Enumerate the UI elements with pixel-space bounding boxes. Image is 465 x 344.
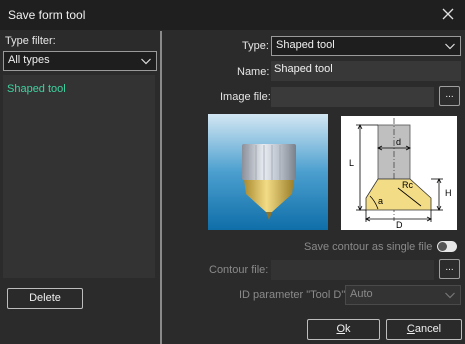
- name-field[interactable]: Shaped tool: [271, 61, 461, 81]
- chevron-down-icon: [140, 55, 152, 67]
- image-file-input[interactable]: [271, 87, 434, 107]
- cancel-label-rest: ancel: [414, 323, 442, 335]
- id-param-label: ID parameter "Tool D":: [239, 289, 349, 301]
- contour-file-label: Contour file:: [209, 264, 269, 276]
- type-label: Type:: [242, 40, 269, 52]
- label-D: D: [396, 220, 403, 230]
- type-value: Shaped tool: [276, 39, 335, 51]
- close-icon[interactable]: [439, 5, 457, 23]
- delete-button[interactable]: Delete: [7, 288, 83, 309]
- save-contour-label: Save contour as single file: [304, 241, 433, 253]
- label-a: a: [378, 196, 383, 206]
- label-L: L: [349, 158, 354, 168]
- label-H: H: [445, 188, 452, 198]
- toggle-knob: [438, 242, 447, 251]
- ok-label-rest: k: [345, 323, 351, 335]
- ok-mnemonic: O: [336, 323, 346, 335]
- type-filter-value: All types: [8, 54, 50, 66]
- type-select[interactable]: Shaped tool: [271, 36, 461, 56]
- chevron-down-icon: [444, 40, 456, 52]
- window-title: Save form tool: [8, 8, 86, 22]
- label-Rc: Rc: [402, 180, 413, 190]
- contour-file-input[interactable]: [271, 260, 434, 280]
- id-param-select[interactable]: Auto: [345, 285, 461, 305]
- ok-button[interactable]: Ok: [307, 319, 380, 340]
- tool-preview-image: [208, 114, 328, 230]
- save-contour-toggle[interactable]: [437, 241, 457, 252]
- chevron-down-icon: [444, 289, 456, 301]
- label-d: d: [396, 137, 401, 147]
- panel-divider[interactable]: [160, 31, 162, 344]
- contour-browse-button[interactable]: ...: [439, 259, 460, 279]
- name-label: Name:: [237, 66, 270, 78]
- tool-list[interactable]: Shaped tool: [3, 75, 155, 278]
- cancel-button[interactable]: Cancel: [386, 319, 462, 340]
- type-filter-label: Type filter:: [5, 35, 56, 47]
- cancel-mnemonic: C: [406, 323, 415, 335]
- image-file-label: Image file:: [220, 91, 271, 103]
- image-browse-button[interactable]: ...: [439, 86, 460, 106]
- tool-dimension-diagram: L d Rc a H D: [341, 116, 457, 230]
- id-param-value: Auto: [350, 288, 373, 300]
- type-filter-select[interactable]: All types: [3, 51, 157, 71]
- list-item[interactable]: Shaped tool: [7, 83, 66, 95]
